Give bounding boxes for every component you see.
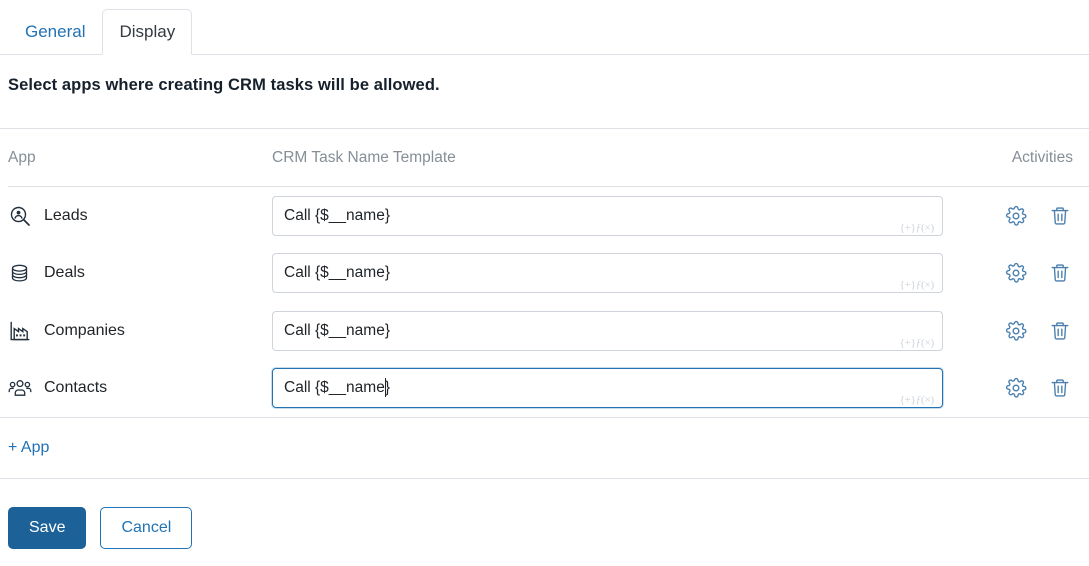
app-name: Companies <box>44 321 125 339</box>
table-row: Leads {+}ƒ(×) <box>0 187 1089 245</box>
template-input-wrapper: {+}ƒ(×) <box>272 253 943 294</box>
footer-divider <box>0 478 1089 479</box>
template-cell: {+}ƒ(×) <box>272 310 961 351</box>
table-row: Companies {+}ƒ(×) <box>0 302 1089 360</box>
template-input[interactable] <box>272 368 943 409</box>
template-input[interactable] <box>272 195 943 236</box>
template-input[interactable] <box>272 310 943 351</box>
trash-icon[interactable] <box>1049 377 1071 399</box>
activities-cell <box>961 377 1081 399</box>
add-app-row: + App <box>0 418 1089 478</box>
trash-icon[interactable] <box>1049 320 1071 342</box>
page-title: Select apps where creating CRM tasks wil… <box>8 76 440 94</box>
template-input-wrapper: {+}ƒ(×) <box>272 195 943 236</box>
gear-icon[interactable] <box>1005 320 1027 342</box>
app-cell: Companies <box>8 319 272 343</box>
app-name: Leads <box>44 206 88 224</box>
apps-table: App CRM Task Name Template Activities Le… <box>0 128 1089 479</box>
tab-general[interactable]: General <box>8 9 102 55</box>
save-button[interactable]: Save <box>8 507 87 549</box>
factory-icon <box>8 319 32 343</box>
app-name: Deals <box>44 264 85 282</box>
template-input-wrapper: {+}ƒ(×) <box>272 310 943 351</box>
tab-list: General Display <box>8 9 193 55</box>
app-name: Contacts <box>44 379 108 397</box>
cancel-button[interactable]: Cancel <box>100 507 193 549</box>
people-group-icon <box>8 376 32 400</box>
trash-icon[interactable] <box>1049 262 1071 284</box>
app-cell: Contacts <box>8 376 272 400</box>
column-header-activities: Activities <box>1011 148 1073 166</box>
column-header-app: App <box>8 148 36 166</box>
tab-display[interactable]: Display <box>102 9 193 55</box>
template-input[interactable] <box>272 253 943 294</box>
tab-bar: General Display <box>0 0 1089 55</box>
table-row: Deals {+}ƒ(×) <box>0 245 1089 303</box>
gear-icon[interactable] <box>1005 377 1027 399</box>
template-cell: {+}ƒ(×) <box>272 195 961 236</box>
form-actions: Save Cancel <box>8 507 193 549</box>
table-row: Contacts {+}ƒ(×) <box>0 360 1089 418</box>
add-app-link[interactable]: + App <box>8 439 49 457</box>
text-cursor <box>385 378 386 398</box>
template-cell: {+}ƒ(×) <box>272 368 961 409</box>
app-cell: Leads <box>8 204 272 228</box>
app-cell: Deals <box>8 261 272 285</box>
lead-search-icon <box>8 204 32 228</box>
column-header-template: CRM Task Name Template <box>272 148 456 166</box>
table-header-row: App CRM Task Name Template Activities <box>0 129 1089 186</box>
gear-icon[interactable] <box>1005 205 1027 227</box>
activities-cell <box>961 262 1081 284</box>
settings-page: General Display Select apps where creati… <box>0 0 1089 566</box>
coins-stack-icon <box>8 261 32 285</box>
trash-icon[interactable] <box>1049 205 1071 227</box>
activities-cell <box>961 205 1081 227</box>
template-input-wrapper: {+}ƒ(×) <box>272 368 943 409</box>
template-cell: {+}ƒ(×) <box>272 253 961 294</box>
activities-cell <box>961 320 1081 342</box>
gear-icon[interactable] <box>1005 262 1027 284</box>
